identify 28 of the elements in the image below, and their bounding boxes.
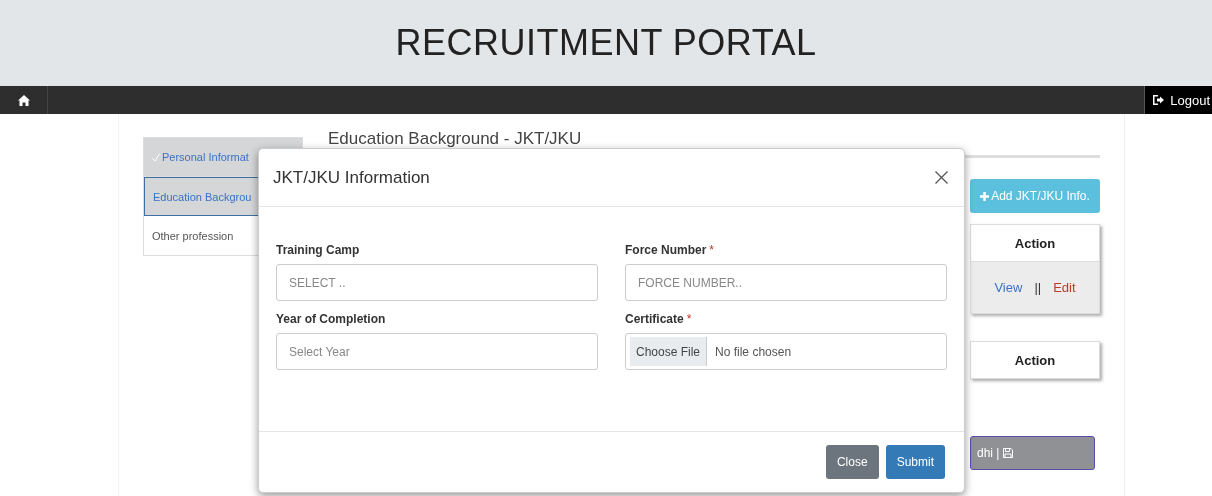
close-button[interactable]: [933, 169, 950, 186]
required-mark: *: [709, 243, 715, 257]
close-button[interactable]: Close: [825, 445, 879, 479]
file-input[interactable]: Choose File No file chosen: [625, 333, 947, 370]
section-heading: Education Background - JKT/JKU: [328, 129, 583, 149]
select-field[interactable]: Select Year: [276, 333, 598, 370]
plus-icon: [980, 191, 990, 201]
table-header: Action: [971, 342, 1099, 378]
save-button[interactable]: dhi |: [970, 436, 1095, 470]
field-label: Force Number: [625, 243, 707, 257]
home-icon: [17, 94, 30, 106]
edit-link[interactable]: Edit: [1053, 280, 1076, 295]
logout-button[interactable]: Logout: [1144, 86, 1212, 114]
submit-button[interactable]: Submit: [885, 445, 945, 479]
field-label: Year of Completion: [276, 312, 386, 326]
separator: ||: [1034, 280, 1042, 295]
choose-file-button[interactable]: Choose File: [630, 337, 708, 366]
file-status: No file chosen: [715, 344, 792, 359]
field-label: Certificate: [625, 312, 684, 326]
close-icon: [935, 171, 948, 184]
required-mark: *: [686, 312, 692, 326]
portal-title: RECRUITMENT PORTAL: [395, 22, 817, 64]
check-icon: [152, 152, 160, 162]
select-field[interactable]: SELECT ..: [276, 264, 598, 301]
logout-icon: [1153, 95, 1165, 105]
table-header: Action: [971, 225, 1099, 261]
view-link[interactable]: View: [994, 280, 1023, 295]
input-field[interactable]: FORCE NUMBER..: [625, 264, 947, 301]
